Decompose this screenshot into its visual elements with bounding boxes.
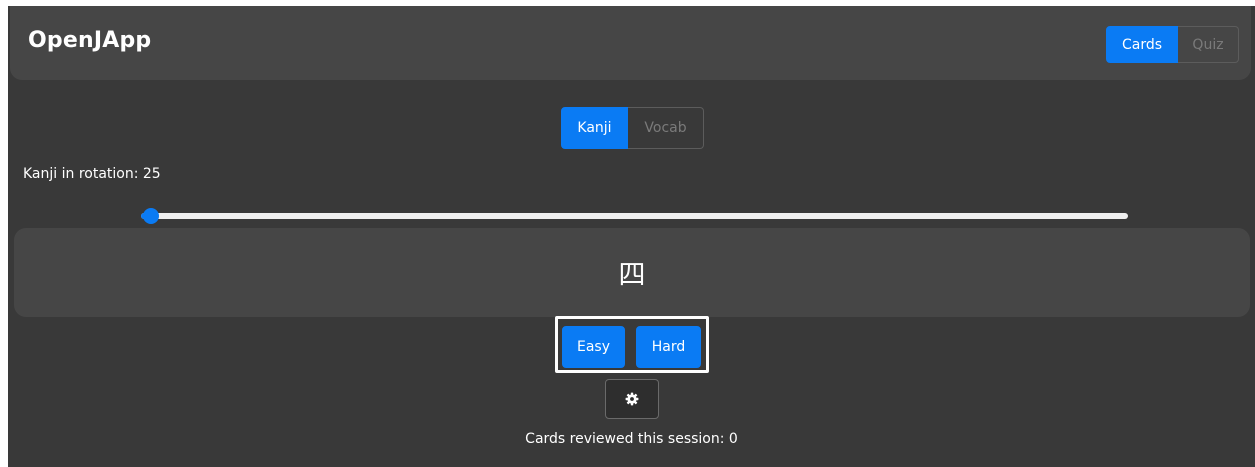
flashcard[interactable]: 四 [14,228,1250,317]
app-root: OpenJApp Cards Quiz Kanji Vocab Kanji in… [8,6,1255,467]
tab-vocab[interactable]: Vocab [628,107,704,149]
hard-button[interactable]: Hard [636,326,701,368]
navbar: OpenJApp Cards Quiz [10,6,1251,80]
session-reviewed-count: Cards reviewed this session: 0 [525,431,738,447]
tab-cards[interactable]: Cards [1106,26,1178,63]
rotation-label: Kanji in rotation: 25 [23,166,161,182]
app-title[interactable]: OpenJApp [28,28,151,53]
tab-quiz[interactable]: Quiz [1178,26,1239,63]
rotation-slider[interactable] [141,208,1128,224]
gear-icon [625,392,639,406]
easy-button[interactable]: Easy [562,326,625,368]
flashcard-character: 四 [618,260,646,291]
tab-kanji[interactable]: Kanji [561,107,628,149]
settings-button[interactable] [605,379,659,419]
rating-button-group: Easy Hard [555,316,709,373]
slider-thumb[interactable] [142,208,159,224]
mode-toggle-group: Cards Quiz [1106,26,1239,63]
card-type-toggle-group: Kanji Vocab [561,107,704,149]
